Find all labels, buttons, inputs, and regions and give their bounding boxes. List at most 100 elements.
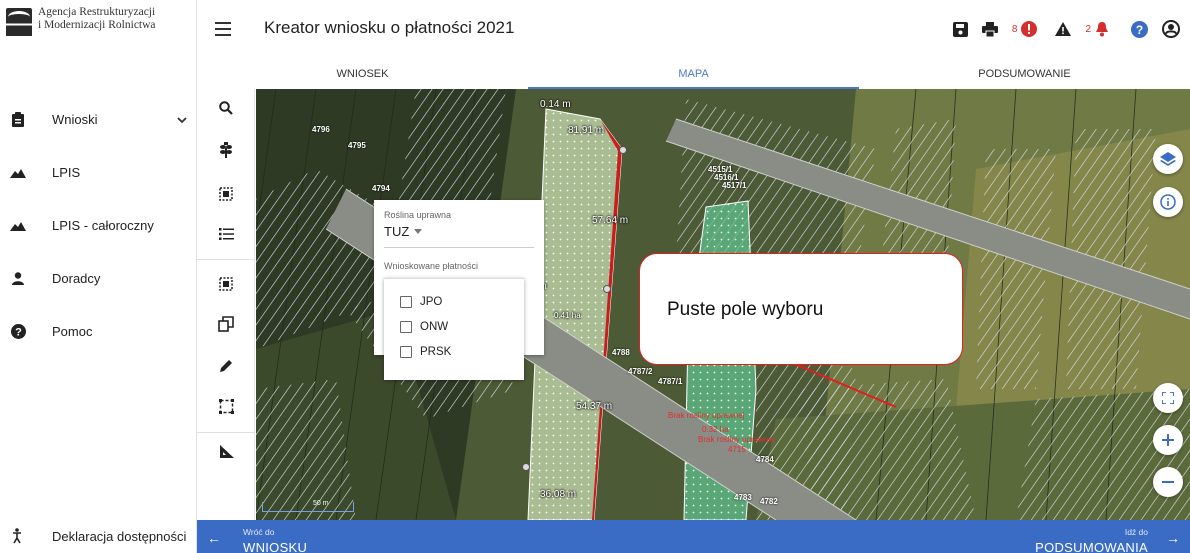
- tool-divider: [197, 259, 255, 260]
- error-icon: [1021, 21, 1038, 37]
- parcel-label: 4787/2: [628, 367, 653, 376]
- measurement-label: 57.64 m: [592, 215, 629, 226]
- next-label: PODSUMOWANIA: [1035, 540, 1148, 553]
- tab-mapa[interactable]: MAPA: [528, 58, 859, 89]
- crop-select-value: TUZ: [384, 224, 410, 239]
- checkbox-jpo[interactable]: JPO: [400, 296, 442, 308]
- sidebar-item-wnioski[interactable]: Wnioski: [0, 93, 197, 146]
- parcel-label: 4784: [756, 455, 774, 464]
- parcel-label: 4796: [312, 125, 330, 134]
- mountain-icon: [10, 165, 26, 181]
- tab-bar: WNIOSEK MAPA PODSUMOWANIE: [197, 58, 1190, 89]
- arimr-logo-mark: [6, 8, 32, 36]
- header-actions: 8 2 ?: [952, 0, 1190, 58]
- measurement-label: 0.14 m: [540, 99, 571, 110]
- list-icon[interactable]: [197, 219, 255, 249]
- search-icon[interactable]: [197, 93, 255, 123]
- sidebar-item-label: LPIS - całoroczny: [52, 218, 154, 233]
- parcel-label: 4788: [612, 348, 630, 357]
- wizard-navigation-bar: ← Wróć do WNIOSKU Idź do PODSUMOWANIA →: [197, 520, 1190, 553]
- payments-checklist: JPO ONW PRSK: [384, 278, 524, 380]
- accessibility-link[interactable]: Deklaracja dostępności: [0, 519, 197, 553]
- hamburger-menu-icon[interactable]: [215, 22, 231, 36]
- parcel-label: 4787/1: [658, 377, 683, 386]
- tab-podsumowanie[interactable]: PODSUMOWANIE: [859, 58, 1190, 89]
- sidebar-item-lpis[interactable]: LPIS: [0, 146, 197, 199]
- help-icon[interactable]: ?: [1131, 19, 1148, 39]
- svg-text:?: ?: [1136, 23, 1143, 37]
- zoom-out-icon[interactable]: [1153, 467, 1183, 497]
- accessibility-icon: [10, 528, 26, 544]
- notifications-indicator[interactable]: 2: [1085, 19, 1109, 39]
- map-scale-bar: 50 m: [262, 500, 354, 512]
- sidebar-item-label: Pomoc: [52, 324, 93, 339]
- parcel-label: 4782: [760, 497, 778, 506]
- person-icon: [10, 271, 26, 287]
- back-label: WNIOSKU: [243, 540, 308, 553]
- warning-note: Brak rośliny uprawnej: [668, 411, 745, 420]
- warning-note: Brak rośliny uprawnej: [698, 435, 775, 444]
- account-icon[interactable]: [1162, 19, 1180, 39]
- checkbox-empty-icon: [400, 321, 412, 333]
- logo-line2: i Modernizacji Rolnictwa: [38, 19, 156, 31]
- checkbox-empty-icon: [400, 346, 412, 358]
- select-underline: [384, 247, 534, 248]
- warning-note: 0.32 ha: [702, 425, 729, 434]
- tab-wniosek[interactable]: WNIOSEK: [197, 58, 528, 89]
- help-circle-icon: ?: [10, 324, 26, 340]
- back-button[interactable]: ← Wróć do WNIOSKU: [197, 520, 497, 553]
- draw-rectangle-icon[interactable]: [197, 391, 255, 421]
- back-caption: Wróć do: [243, 527, 275, 537]
- layers-icon[interactable]: [1153, 144, 1183, 174]
- sidebar: Agencja Restrukturyzacji i Modernizacji …: [0, 0, 197, 553]
- page-title: Kreator wniosku o płatności 2021: [264, 18, 515, 37]
- error-count: 8: [1011, 23, 1018, 35]
- select-area-icon[interactable]: [197, 179, 255, 209]
- fullscreen-icon[interactable]: [1153, 383, 1183, 413]
- checkbox-onw[interactable]: ONW: [400, 321, 448, 333]
- measurement-label: 36.08 m: [540, 489, 577, 500]
- callout-text: Puste pole wyboru: [667, 299, 824, 320]
- crop-select[interactable]: TUZ: [384, 224, 423, 239]
- checkbox-label: JPO: [420, 296, 443, 308]
- sidebar-item-pomoc[interactable]: ? Pomoc: [0, 305, 197, 358]
- bell-icon: [1096, 22, 1108, 37]
- measure-angle-icon[interactable]: [197, 437, 255, 467]
- header: Kreator wniosku o płatności 2021 8 2 ?: [197, 0, 1190, 58]
- notification-count: 2: [1085, 23, 1091, 35]
- copy-geometry-icon[interactable]: [197, 309, 255, 339]
- sidebar-item-label: Wnioski: [52, 112, 98, 127]
- arrow-left-icon: ←: [207, 530, 221, 546]
- save-icon[interactable]: [952, 19, 968, 39]
- print-icon[interactable]: [981, 19, 998, 39]
- sidebar-item-label: LPIS: [52, 165, 81, 180]
- annotation-callout: Puste pole wyboru: [639, 253, 963, 365]
- next-button[interactable]: Idź do PODSUMOWANIA →: [890, 520, 1190, 553]
- logo-text: Agencja Restrukturyzacji i Modernizacji …: [38, 6, 156, 32]
- crop-label: Roślina uprawna: [384, 210, 452, 220]
- parcel-label: 4783: [734, 493, 752, 502]
- payments-label: Wnioskowane płatności: [384, 261, 479, 271]
- warning-note: 4715: [728, 445, 746, 454]
- sidebar-item-label: Doradcy: [52, 271, 101, 286]
- sidebar-item-doradcy[interactable]: Doradcy: [0, 252, 197, 305]
- logo-line1: Agencja Restrukturyzacji: [38, 6, 156, 18]
- warning-icon[interactable]: [1055, 19, 1072, 39]
- info-icon[interactable]: [1153, 187, 1183, 217]
- map-tools: [197, 89, 255, 520]
- arrow-right-icon: →: [1166, 530, 1180, 546]
- select-area-icon[interactable]: [197, 269, 255, 299]
- zoom-in-icon[interactable]: [1153, 425, 1183, 455]
- chevron-down-icon: [177, 113, 187, 127]
- plant-icon[interactable]: [197, 135, 255, 165]
- scale-label: 50 m: [313, 500, 329, 507]
- tool-divider: [197, 432, 255, 433]
- arimr-logo[interactable]: Agencja Restrukturyzacji i Modernizacji …: [6, 6, 156, 36]
- checkbox-label: ONW: [420, 321, 449, 333]
- checkbox-prsk[interactable]: PRSK: [400, 346, 451, 358]
- measurement-label: 81.91 m: [568, 125, 605, 136]
- sidebar-item-lpis-caloroczny[interactable]: LPIS - całoroczny: [0, 199, 197, 252]
- next-caption: Idź do: [1124, 527, 1148, 537]
- pencil-icon[interactable]: [197, 351, 255, 381]
- errors-indicator[interactable]: 8: [1012, 19, 1038, 39]
